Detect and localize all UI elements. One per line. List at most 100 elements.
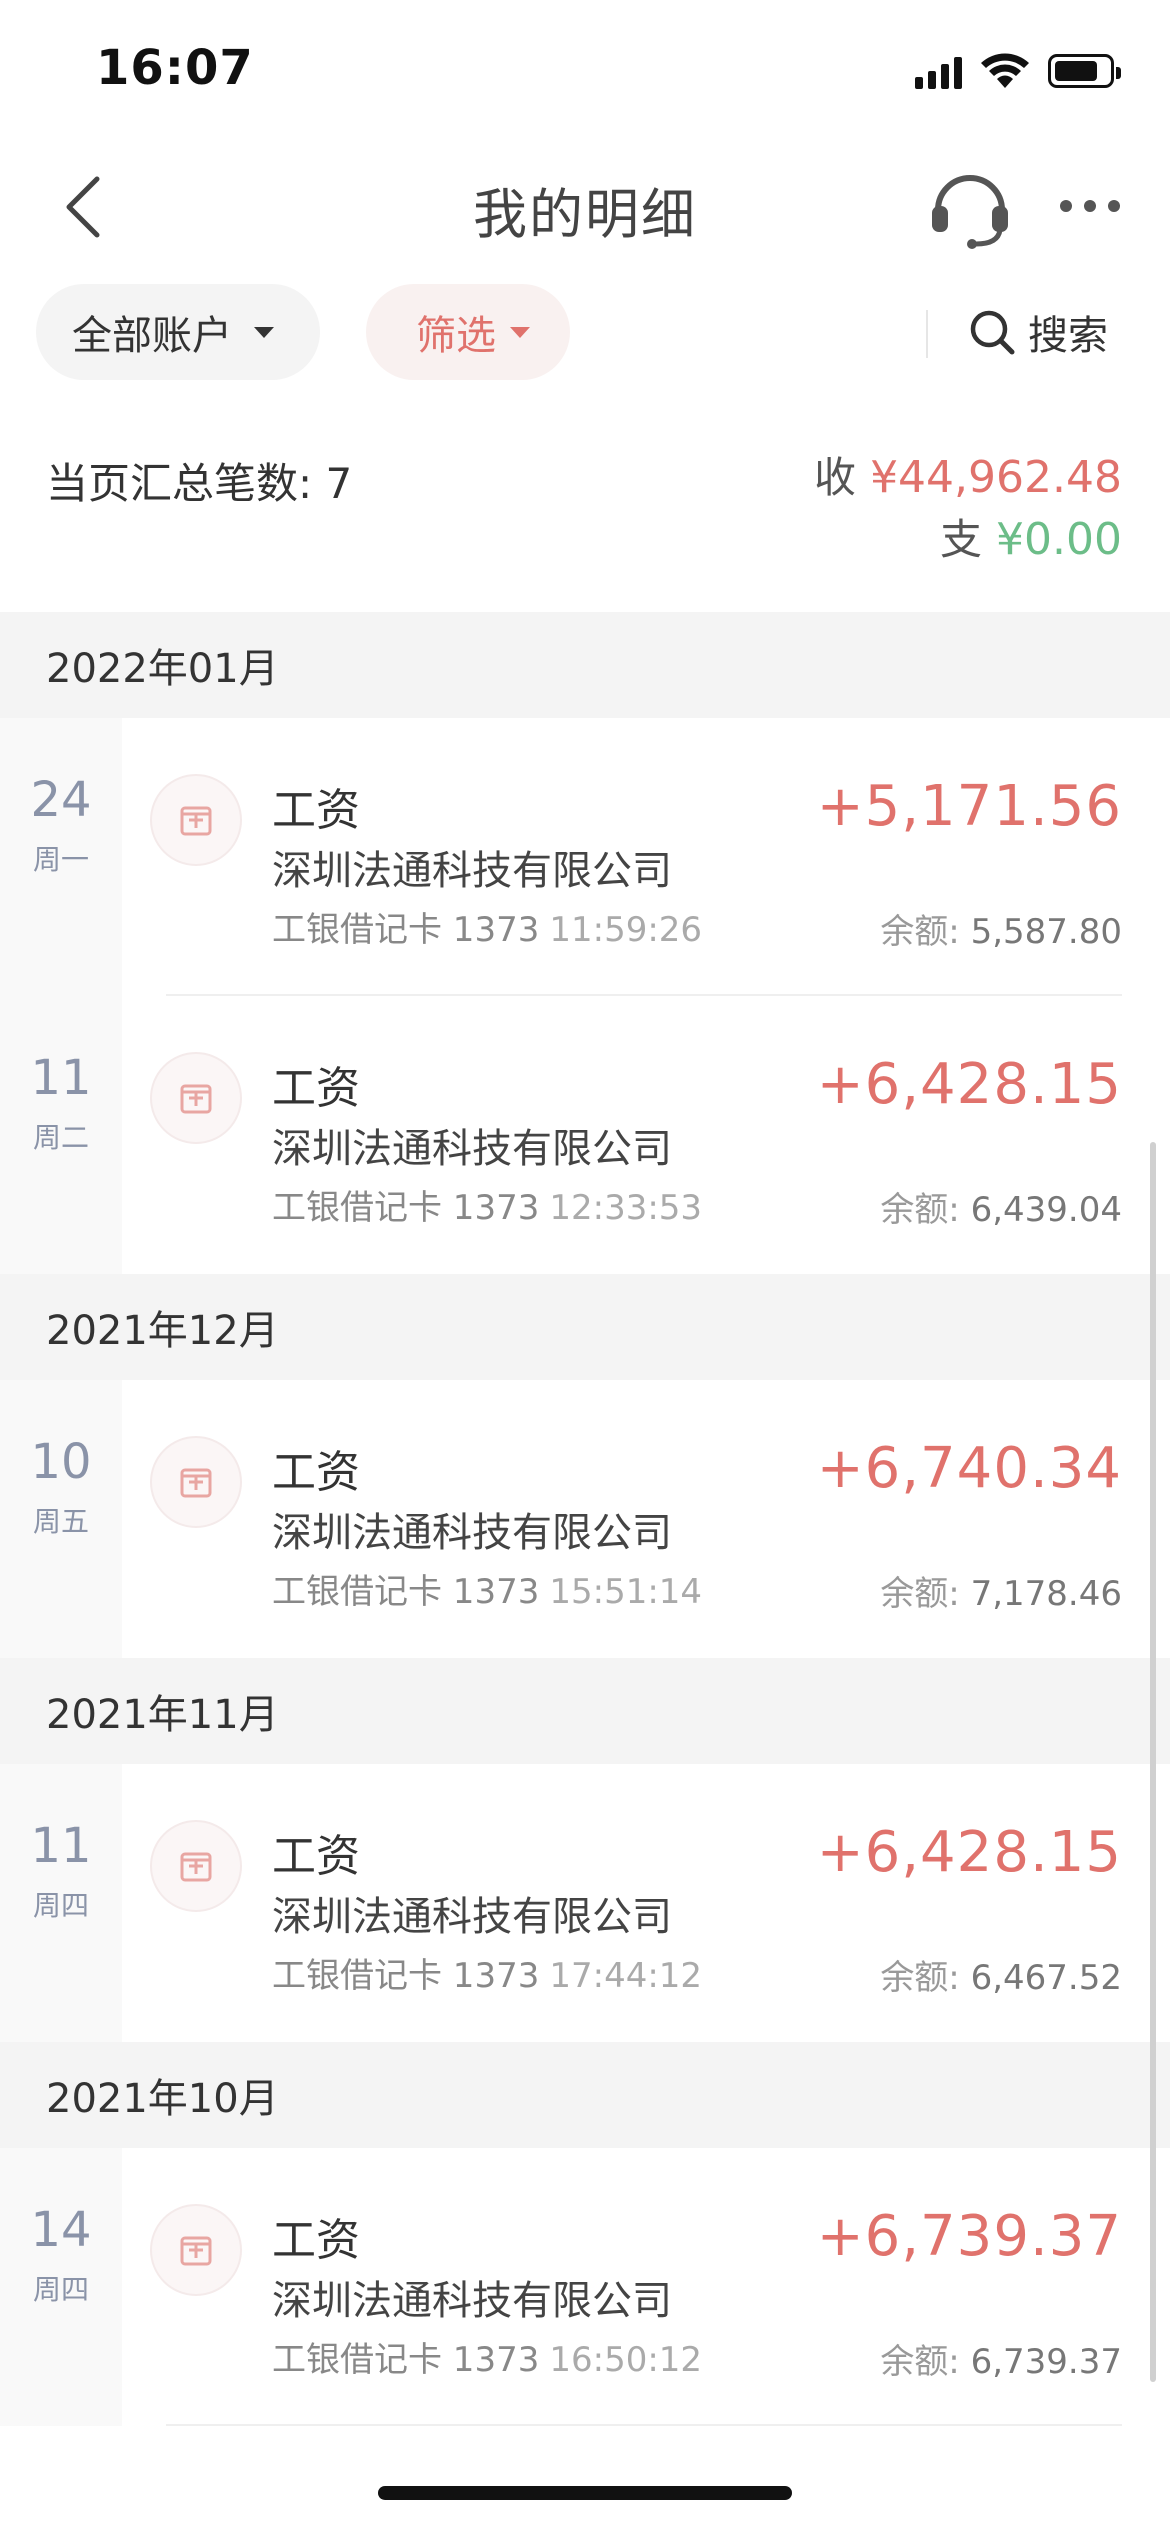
account-selector[interactable]: 全部账户 [36,284,320,380]
balance-label: 余额: [880,1958,960,1998]
expense-amount: ¥0.00 [996,514,1122,565]
page: 16:07 我的明细 全部账户 筛选 搜索 当页汇总笔数: 7 收 ¥44,96… [0,0,1170,2532]
balance-label: 余额: [880,1190,960,1230]
entry-day: 24 [30,772,92,828]
summary-count: 当页汇总笔数: 7 [46,459,353,508]
summary: 当页汇总笔数: 7 收 ¥44,962.48 支 ¥0.00 [0,420,1170,610]
entry-balance: 余额: 5,587.80 [880,904,1122,953]
entry-company: 深圳法通科技有限公司 [272,1510,672,1556]
summary-income: 收 ¥44,962.48 [814,444,1122,505]
summary-expense: 支 ¥0.00 [940,506,1122,567]
entry-card: 工银借记卡 1373 [272,1956,540,1996]
more-button[interactable] [1050,174,1130,238]
caret-down-icon [510,326,530,338]
search-icon [970,310,1015,355]
entry-date: 14 周四 [0,2148,122,2426]
battery-level [1055,61,1097,81]
search-button[interactable]: 搜索 [968,292,1108,372]
entry-weekday: 周四 [32,1889,89,1922]
scrollbar[interactable] [1150,1142,1156,2382]
status-bar: 16:07 [0,0,1170,150]
entry-company: 深圳法通科技有限公司 [272,1126,672,1172]
balance-label: 余额: [880,912,960,952]
entry-amount: +5,171.56 [816,774,1122,839]
entry-card: 工银借记卡 1373 [272,1188,540,1228]
salary-icon [150,2204,242,2296]
transaction-row[interactable]: 11 周二 工资 深圳法通科技有限公司 工银借记卡 1373 12:33:53 +… [0,996,1170,1274]
cellular-signal-icon [915,53,962,89]
transaction-list: 2022年01月 24 周一 工资 深圳法通科技有限公司 工银借记卡 1373 1… [0,612,1170,2426]
entry-time: 12:33:53 [549,1188,703,1228]
customer-service-button[interactable] [928,166,1012,250]
month-header: 2021年11月 [0,1658,1170,1764]
entry-date: 11 周四 [0,1764,122,2042]
entry-company: 深圳法通科技有限公司 [272,848,672,894]
entry-day: 11 [30,1050,92,1106]
entry-title: 工资 [272,785,360,836]
transaction-row[interactable]: 24 周一 工资 深圳法通科技有限公司 工银借记卡 1373 11:59:26 +… [0,718,1170,996]
filter-label: 筛选 [416,313,496,359]
wifi-icon [981,53,1029,88]
entry-time: 11:59:26 [549,910,703,950]
balance-value: 6,467.52 [970,1958,1122,1998]
entry-day: 14 [30,2202,92,2258]
entry-amount: +6,428.15 [816,1820,1122,1885]
divider [926,310,928,358]
entry-card-info: 工银借记卡 1373 11:59:26 [272,902,702,951]
entry-card-info: 工银借记卡 1373 15:51:14 [272,1564,702,1613]
balance-value: 6,439.04 [970,1190,1122,1230]
month-header: 2022年01月 [0,612,1170,718]
entry-weekday: 周一 [32,843,89,876]
transaction-row[interactable]: 11 周四 工资 深圳法通科技有限公司 工银借记卡 1373 17:44:12 +… [0,1764,1170,2042]
entry-balance: 余额: 6,467.52 [880,1950,1122,1999]
balance-value: 5,587.80 [970,912,1122,952]
entry-weekday: 周四 [32,2273,89,2306]
entry-title: 工资 [272,1447,360,1498]
month-header: 2021年10月 [0,2042,1170,2148]
search-label: 搜索 [1028,313,1108,359]
transaction-row[interactable]: 10 周五 工资 深圳法通科技有限公司 工银借记卡 1373 15:51:14 +… [0,1380,1170,1658]
entry-weekday: 周二 [32,1121,89,1154]
entry-card-info: 工银借记卡 1373 12:33:53 [272,1180,702,1229]
expense-label: 支 [940,515,983,564]
balance-label: 余额: [880,1574,960,1614]
entry-date: 10 周五 [0,1380,122,1658]
entry-time: 16:50:12 [549,2340,703,2380]
salary-icon [150,1820,242,1912]
entry-amount: +6,739.37 [816,2204,1122,2269]
account-selector-label: 全部账户 [72,313,232,359]
entry-weekday: 周五 [32,1505,89,1538]
entry-day: 11 [30,1818,92,1874]
salary-icon [150,1052,242,1144]
battery-icon [1048,54,1121,88]
entry-date: 24 周一 [0,718,122,996]
status-time: 16:07 [96,40,254,96]
entry-balance: 余额: 6,739.37 [880,2334,1122,2383]
entry-card: 工银借记卡 1373 [272,1572,540,1612]
entry-card: 工银借记卡 1373 [272,910,540,950]
income-amount: ¥44,962.48 [870,452,1122,503]
entry-time: 17:44:12 [549,1956,703,1996]
entry-balance: 余额: 7,178.46 [880,1566,1122,1615]
filter-row: 全部账户 筛选 搜索 [0,282,1170,382]
balance-label: 余额: [880,2342,960,2382]
more-dot-icon [1108,200,1120,212]
entry-title: 工资 [272,1831,360,1882]
entry-card: 工银借记卡 1373 [272,2340,540,2380]
entry-title: 工资 [272,1063,360,1114]
transaction-row[interactable]: 14 周四 工资 深圳法通科技有限公司 工银借记卡 1373 16:50:12 +… [0,2148,1170,2426]
entry-balance: 余额: 6,439.04 [880,1182,1122,1231]
salary-icon [150,774,242,866]
filter-button[interactable]: 筛选 [366,284,570,380]
entry-card-info: 工银借记卡 1373 16:50:12 [272,2332,702,2381]
home-indicator[interactable] [378,2486,792,2500]
entry-date: 11 周二 [0,996,122,1274]
row-divider [166,2424,1122,2426]
more-dot-icon [1060,200,1072,212]
nav-bar: 我的明细 [0,150,1170,270]
entry-company: 深圳法通科技有限公司 [272,1894,672,1940]
income-label: 收 [814,453,857,502]
status-icons [915,52,1121,90]
entry-amount: +6,428.15 [816,1052,1122,1117]
balance-value: 6,739.37 [970,2342,1122,2382]
